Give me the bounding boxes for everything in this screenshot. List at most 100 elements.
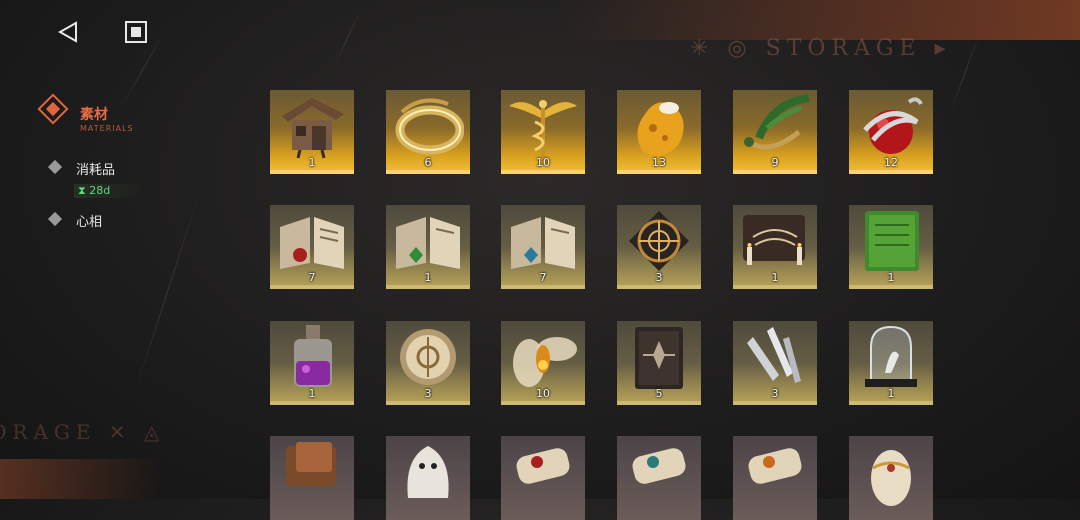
category-label: 消耗品 — [76, 163, 116, 178]
back-triangle-icon — [57, 21, 77, 43]
scroll-red-item[interactable] — [501, 436, 585, 520]
item-count: 1 — [308, 156, 316, 169]
winged-caduceus-item[interactable]: 10 — [501, 90, 585, 174]
rarity-bar — [386, 170, 470, 174]
hourglass-icon: ⧗ — [78, 184, 86, 197]
green-tablet-icon — [865, 211, 919, 271]
open-book-red-icon — [280, 217, 344, 269]
caduceus-icon — [509, 100, 577, 158]
golden-ring-item[interactable]: 6 — [386, 90, 470, 174]
top-glow — [560, 0, 1080, 40]
glass-dome-item[interactable]: 1 — [849, 321, 933, 405]
herb-wreath-icon — [744, 94, 810, 150]
item-count: 1 — [887, 387, 895, 400]
ornate-egg-item[interactable] — [849, 436, 933, 520]
brass-compass-item[interactable]: 3 — [386, 321, 470, 405]
ghost-sheet-item[interactable] — [386, 436, 470, 520]
scroll-teal-icon — [632, 448, 686, 484]
apple-serpent-icon — [863, 97, 923, 154]
category-sublabel: MATERIALS — [80, 124, 134, 133]
back-button[interactable] — [56, 20, 80, 44]
rarity-bar — [849, 285, 933, 289]
item-count: 3 — [655, 271, 663, 284]
astrolabe-item[interactable]: 3 — [617, 205, 701, 289]
potion-bottle-item[interactable]: 1 — [270, 321, 354, 405]
item-count: 9 — [771, 156, 779, 169]
amber-fossil-item[interactable]: 13 — [617, 90, 701, 174]
rarity-bar — [849, 401, 933, 405]
decor-streak — [132, 190, 201, 400]
apple-serpent-item[interactable]: 12 — [849, 90, 933, 174]
ghost-icon — [407, 446, 449, 498]
category-materials-tab[interactable]: 素材 MATERIALS — [37, 93, 158, 136]
glass-dome-icon — [865, 325, 917, 387]
astrolabe-icon — [629, 211, 689, 271]
category-label: 心相 — [76, 215, 103, 230]
rarity-bar — [270, 285, 354, 289]
scroll-teal-item[interactable] — [617, 436, 701, 520]
decor-streak — [334, 10, 361, 65]
item-count: 3 — [424, 387, 432, 400]
glowing-moth-item[interactable]: 10 — [501, 321, 585, 405]
square-stop-icon — [125, 21, 147, 43]
scroll-red-icon — [516, 448, 570, 484]
rarity-bar — [617, 170, 701, 174]
hut-icon — [282, 98, 344, 159]
diamond-icon — [47, 159, 63, 175]
blue-tome-item[interactable]: 7 — [501, 205, 585, 289]
leather-wallet-item[interactable] — [270, 436, 354, 520]
item-count: 6 — [424, 156, 432, 169]
compass-icon — [400, 329, 456, 385]
rarity-bar — [733, 170, 817, 174]
home-button[interactable] — [124, 20, 148, 44]
egg-icon — [871, 450, 911, 506]
rarity-bar — [386, 401, 470, 405]
rarity-bar — [617, 285, 701, 289]
rarity-bar — [501, 401, 585, 405]
red-tome-item[interactable]: 7 — [270, 205, 354, 289]
scroll-orange-icon — [748, 448, 802, 484]
open-book-green-icon — [396, 217, 460, 269]
item-count: 10 — [536, 387, 550, 400]
item-count: 7 — [539, 271, 547, 284]
ouija-board-item[interactable]: 1 — [733, 205, 817, 289]
open-book-blue-icon — [511, 217, 575, 269]
item-count: 5 — [655, 387, 663, 400]
item-count: 1 — [887, 271, 895, 284]
rarity-bar — [733, 285, 817, 289]
rarity-bar — [733, 401, 817, 405]
bullets-icon — [747, 327, 801, 383]
rarity-bar — [849, 170, 933, 174]
item-count: 1 — [424, 271, 432, 284]
amber-icon — [637, 102, 684, 156]
rarity-bar — [617, 401, 701, 405]
leather-book-item[interactable]: 5 — [617, 321, 701, 405]
rarity-bar — [386, 285, 470, 289]
item-count: 1 — [771, 271, 779, 284]
expiry-timer: ⧗ 28d — [74, 184, 144, 198]
item-count: 7 — [308, 271, 316, 284]
wallet-icon — [286, 442, 336, 486]
rarity-bar — [270, 401, 354, 405]
decor-streak — [949, 30, 981, 115]
potion-icon — [294, 325, 332, 387]
diamond-icon — [47, 211, 63, 227]
timer-text: 28d — [89, 184, 111, 197]
materials-diamond-icon — [37, 93, 69, 125]
item-count: 1 — [308, 387, 316, 400]
rarity-bar — [270, 170, 354, 174]
wooden-hut-item[interactable]: 1 — [270, 90, 354, 174]
scroll-orange-item[interactable] — [733, 436, 817, 520]
green-script-item[interactable]: 1 — [849, 205, 933, 289]
herb-wreath-item[interactable]: 9 — [733, 90, 817, 174]
item-count: 10 — [536, 156, 550, 169]
rarity-bar — [501, 285, 585, 289]
green-tome-item[interactable]: 1 — [386, 205, 470, 289]
item-count: 12 — [884, 156, 898, 169]
storage-watermark-bottom: ORAGE ✕ ◬ — [0, 420, 166, 444]
storage-watermark: ✳ ◎ STORAGE ▸ — [690, 36, 952, 61]
item-count: 3 — [771, 387, 779, 400]
leather-book-icon — [635, 327, 683, 389]
silver-bullets-item[interactable]: 3 — [733, 321, 817, 405]
category-label: 素材 — [80, 107, 108, 123]
